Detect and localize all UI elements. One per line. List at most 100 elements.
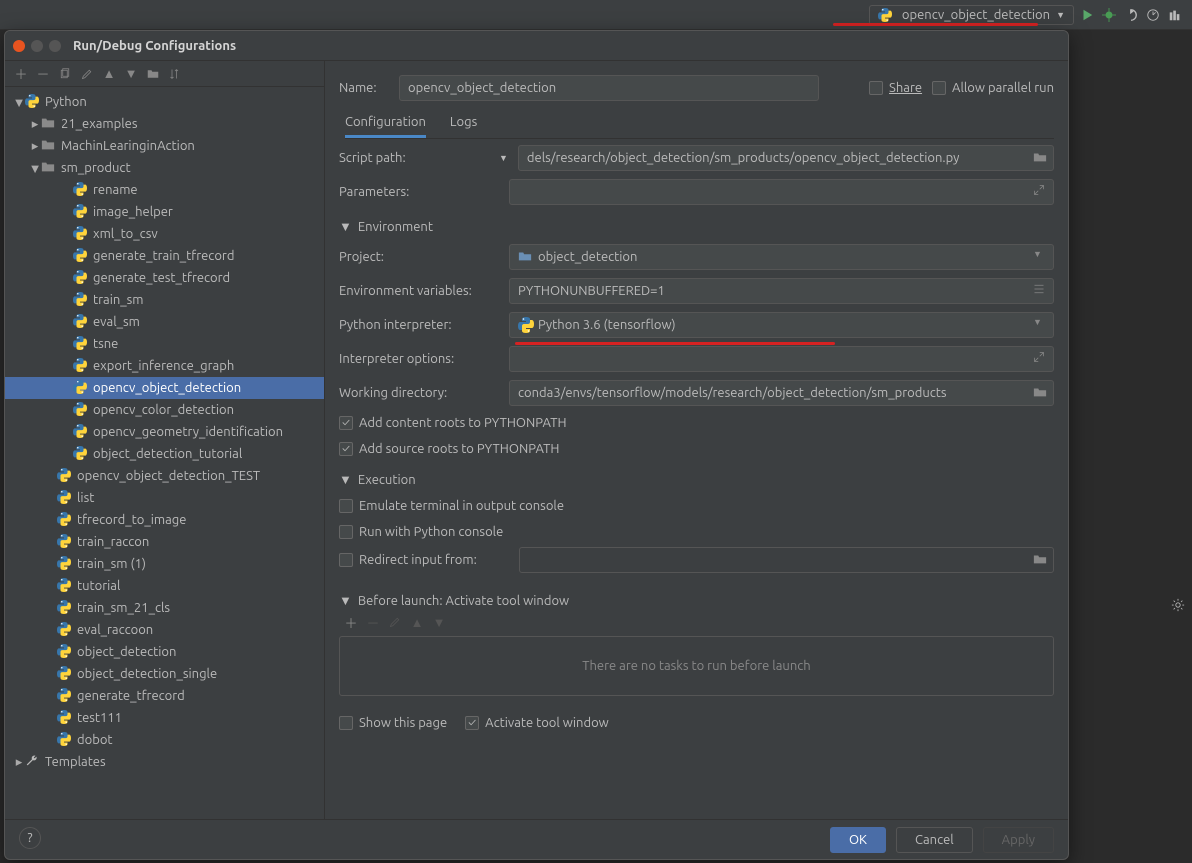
tab-configuration[interactable]: Configuration: [345, 109, 426, 138]
browse-icon[interactable]: [1033, 150, 1049, 166]
tree-item-tfrecord_to_image[interactable]: tfrecord_to_image: [5, 509, 324, 531]
tree-item-train_sm[interactable]: train_sm: [5, 289, 324, 311]
minimize-icon[interactable]: [31, 40, 43, 52]
tree-item-opencv_color_detection[interactable]: opencv_color_detection: [5, 399, 324, 421]
tree-item-export_inference_graph[interactable]: export_inference_graph: [5, 355, 324, 377]
run-console-checkbox[interactable]: Run with Python console: [339, 525, 503, 539]
tree-item-image_helper[interactable]: image_helper: [5, 201, 324, 223]
tab-logs[interactable]: Logs: [450, 109, 477, 138]
interp-options-input[interactable]: [509, 346, 1054, 372]
tree-item-tsne[interactable]: tsne: [5, 333, 324, 355]
selected-config-label: opencv_object_detection: [902, 8, 1050, 22]
emulate-terminal-checkbox[interactable]: Emulate terminal in output console: [339, 499, 564, 513]
tree-item-list[interactable]: list: [5, 487, 324, 509]
redirect-checkbox[interactable]: Redirect input from:: [339, 553, 509, 567]
cancel-button[interactable]: Cancel: [896, 827, 973, 853]
expand-caret-icon[interactable]: ▼: [339, 219, 352, 234]
move-up-icon[interactable]: ▲: [101, 66, 117, 82]
tree-item-tutorial[interactable]: tutorial: [5, 575, 324, 597]
name-input[interactable]: opencv_object_detection: [399, 75, 819, 101]
item-icon: [41, 116, 57, 132]
tree-toolbar: ＋ － ▲ ▼: [5, 61, 324, 87]
env-vars-input[interactable]: PYTHONUNBUFFERED=1: [509, 278, 1054, 304]
parameters-input[interactable]: [509, 179, 1054, 205]
config-form: Name: opencv_object_detection Share Allo…: [325, 61, 1068, 819]
tree-item-eval_sm[interactable]: eval_sm: [5, 311, 324, 333]
profile-icon[interactable]: [1144, 6, 1162, 24]
help-icon[interactable]: ?: [19, 827, 41, 849]
tree-item-train_sm_21_cls[interactable]: train_sm_21_cls: [5, 597, 324, 619]
expand-caret-icon[interactable]: ▼: [339, 593, 352, 608]
item-icon: [57, 666, 73, 682]
tree-item-generate_train_tfrecord[interactable]: generate_train_tfrecord: [5, 245, 324, 267]
tree-item-label: generate_train_tfrecord: [93, 249, 234, 263]
tree-item-object_detection_tutorial[interactable]: object_detection_tutorial: [5, 443, 324, 465]
tree-item-object_detection_single[interactable]: object_detection_single: [5, 663, 324, 685]
tree-item-opencv_geometry_identification[interactable]: opencv_geometry_identification: [5, 421, 324, 443]
chevron-down-icon[interactable]: ▼: [499, 153, 508, 163]
browse-icon[interactable]: [1033, 552, 1049, 568]
allow-parallel-checkbox[interactable]: Allow parallel run: [932, 81, 1054, 95]
expand-icon[interactable]: [1033, 351, 1049, 367]
browse-icon[interactable]: [1033, 385, 1049, 401]
workdir-input[interactable]: conda3/envs/tensorflow/models/research/o…: [509, 380, 1054, 406]
config-tree[interactable]: ▼Python▸21_examples▸MachinLearinginActio…: [5, 87, 324, 819]
tree-item-test111[interactable]: test111: [5, 707, 324, 729]
interpreter-select[interactable]: Python 3.6 (tensorflow) ▼: [509, 312, 1054, 338]
expand-caret-icon[interactable]: ▼: [339, 472, 352, 487]
folder-icon[interactable]: [145, 66, 161, 82]
copy-config-icon[interactable]: [57, 66, 73, 82]
settings-config-icon[interactable]: [79, 66, 95, 82]
tree-item-python-root[interactable]: ▼Python: [5, 91, 324, 113]
tree-item-rename[interactable]: rename: [5, 179, 324, 201]
redirect-input[interactable]: [519, 547, 1054, 573]
ok-button[interactable]: OK: [830, 827, 886, 853]
tree-item-label: train_raccon: [77, 535, 149, 549]
run-icon[interactable]: [1078, 6, 1096, 24]
tree-item-templates[interactable]: ▸Templates: [5, 751, 324, 773]
settings-icon[interactable]: [1168, 595, 1188, 615]
tree-item-generate_test_tfrecord[interactable]: generate_test_tfrecord: [5, 267, 324, 289]
tree-item-folder-mlaction[interactable]: ▸MachinLearinginAction: [5, 135, 324, 157]
move-down-icon[interactable]: ▼: [123, 66, 139, 82]
coverage-icon[interactable]: [1122, 6, 1140, 24]
source-roots-checkbox[interactable]: Add source roots to PYTHONPATH: [339, 442, 559, 456]
script-path-input[interactable]: dels/research/object_detection/sm_produc…: [518, 145, 1054, 171]
share-checkbox[interactable]: Share: [869, 81, 922, 95]
tree-item-train_raccon[interactable]: train_raccon: [5, 531, 324, 553]
tree-item-folder-examples[interactable]: ▸21_examples: [5, 113, 324, 135]
content-roots-checkbox[interactable]: Add content roots to PYTHONPATH: [339, 416, 567, 430]
dialog-buttons: OK Cancel Apply: [5, 819, 1068, 859]
tree-item-label: sm_product: [61, 161, 131, 175]
maximize-icon[interactable]: [49, 40, 61, 52]
add-task-icon[interactable]: ＋: [343, 614, 359, 630]
tree-item-object_detection[interactable]: object_detection: [5, 641, 324, 663]
before-launch-header: Before launch: Activate tool window: [358, 594, 569, 608]
tree-item-dobot[interactable]: dobot: [5, 729, 324, 751]
add-config-icon[interactable]: ＋: [13, 66, 29, 82]
chevron-down-icon[interactable]: ▼: [1033, 317, 1049, 333]
annotation-underline: [833, 23, 1038, 26]
close-icon[interactable]: [13, 40, 25, 52]
stop-icon[interactable]: [1166, 6, 1184, 24]
item-icon: [57, 688, 73, 704]
activate-window-checkbox[interactable]: Activate tool window: [465, 716, 609, 730]
tree-item-folder-smproduct[interactable]: ▼sm_product: [5, 157, 324, 179]
tree-item-train_sm (1)[interactable]: train_sm (1): [5, 553, 324, 575]
tree-item-xml_to_csv[interactable]: xml_to_csv: [5, 223, 324, 245]
project-select[interactable]: object_detection ▼: [509, 244, 1054, 270]
sort-icon[interactable]: [167, 66, 183, 82]
chevron-down-icon[interactable]: ▼: [1033, 249, 1049, 265]
list-icon[interactable]: [1033, 283, 1049, 299]
run-config-selector[interactable]: opencv_object_detection ▼: [869, 5, 1074, 25]
tree-item-opencv_object_detection[interactable]: opencv_object_detection: [5, 377, 324, 399]
expand-icon[interactable]: [1033, 184, 1049, 200]
remove-task-icon: －: [365, 614, 381, 630]
remove-config-icon[interactable]: －: [35, 66, 51, 82]
tree-item-opencv_object_detection_TEST[interactable]: opencv_object_detection_TEST: [5, 465, 324, 487]
debug-icon[interactable]: [1100, 6, 1118, 24]
tree-item-eval_raccoon[interactable]: eval_raccoon: [5, 619, 324, 641]
tree-item-label: tutorial: [77, 579, 120, 593]
show-page-checkbox[interactable]: Show this page: [339, 716, 447, 730]
tree-item-generate_tfrecord[interactable]: generate_tfrecord: [5, 685, 324, 707]
